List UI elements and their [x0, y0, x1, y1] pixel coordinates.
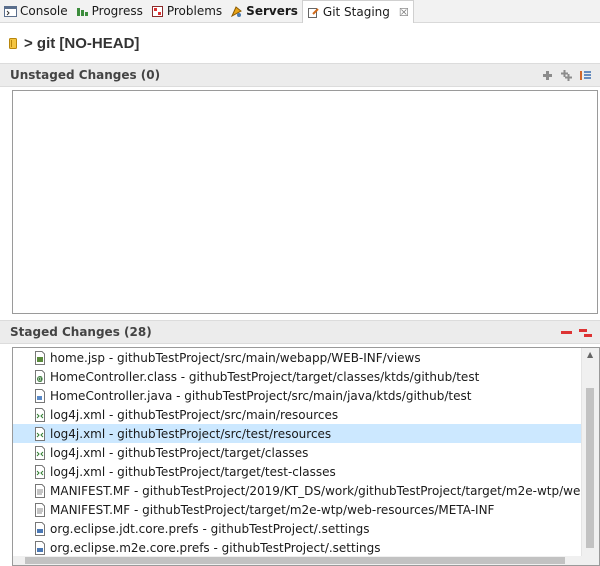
- staged-changes-header: Staged Changes (28): [0, 320, 600, 344]
- remove-from-index-icon[interactable]: [560, 326, 573, 339]
- staged-file-label: log4j.xml - githubTestProject/src/test/r…: [50, 426, 332, 441]
- staged-file-label: home.jsp - githubTestProject/src/main/we…: [50, 350, 421, 365]
- staged-changes-list[interactable]: home.jsp - githubTestProject/src/main/we…: [12, 347, 600, 566]
- tab-problems[interactable]: Problems: [147, 0, 226, 22]
- staged-file-row[interactable]: log4j.xml - githubTestProject/src/main/r…: [13, 405, 582, 424]
- jsp-file-icon: [34, 350, 46, 365]
- staged-file-label: org.eclipse.m2e.core.prefs - githubTestP…: [50, 540, 381, 555]
- staged-file-label: MANIFEST.MF - githubTestProject/2019/KT_…: [50, 483, 599, 498]
- staged-changes-title: Staged Changes (28): [10, 325, 152, 339]
- tab-git-staging[interactable]: Git Staging ☒: [301, 0, 414, 23]
- unstaged-changes-header: Unstaged Changes (0): [0, 63, 600, 87]
- scroll-up-icon[interactable]: ▲: [587, 350, 593, 359]
- xml-file-icon: [34, 407, 46, 422]
- xml-file-icon: [34, 426, 46, 441]
- staged-file-label: MANIFEST.MF - githubTestProject/target/m…: [50, 502, 495, 517]
- progress-icon: [76, 5, 89, 18]
- vertical-scrollbar[interactable]: ▲: [581, 348, 599, 565]
- staged-file-label: log4j.xml - githubTestProject/src/main/r…: [50, 407, 339, 422]
- staged-file-label: HomeController.java - githubTestProject/…: [50, 388, 472, 403]
- staged-file-row[interactable]: log4j.xml - githubTestProject/target/tes…: [13, 462, 582, 481]
- scrollbar-thumb[interactable]: [25, 557, 565, 564]
- java-file-icon: [34, 388, 46, 403]
- unstaged-changes-title: Unstaged Changes (0): [10, 68, 161, 82]
- add-to-index-icon[interactable]: [541, 69, 554, 82]
- staged-file-row[interactable]: org.eclipse.m2e.core.prefs - githubTestP…: [13, 538, 582, 557]
- console-icon: [4, 5, 17, 18]
- git-staging-icon: [307, 6, 320, 19]
- close-icon[interactable]: ☒: [399, 6, 409, 19]
- unstaged-changes-list[interactable]: [12, 90, 598, 314]
- staged-file-row[interactable]: home.jsp - githubTestProject/src/main/we…: [13, 348, 582, 367]
- staged-file-row[interactable]: log4j.xml - githubTestProject/src/test/r…: [13, 424, 582, 443]
- staged-file-label: org.eclipse.jdt.core.prefs - githubTestP…: [50, 521, 370, 536]
- view-tab-bar: Console Progress Problems Servers Git St…: [0, 0, 600, 23]
- servers-icon: [230, 5, 243, 18]
- repository-title: > git [NO-HEAD]: [24, 34, 140, 52]
- svg-text:01: 01: [38, 377, 44, 383]
- staged-file-label: log4j.xml - githubTestProject/target/cla…: [50, 445, 309, 460]
- problems-icon: [151, 5, 164, 18]
- staged-file-row[interactable]: 01 HomeController.class - githubTestProje…: [13, 367, 582, 386]
- staging-header: > git [NO-HEAD]: [0, 22, 600, 64]
- mf-file-icon: [34, 483, 46, 498]
- tab-console[interactable]: Console: [0, 0, 72, 22]
- add-all-to-index-icon[interactable]: [560, 69, 573, 82]
- staged-file-row[interactable]: log4j.xml - githubTestProject/target/cla…: [13, 443, 582, 462]
- horizontal-scrollbar[interactable]: [13, 556, 582, 565]
- staged-file-row[interactable]: HomeController.java - githubTestProject/…: [13, 386, 582, 405]
- presentation-menu-icon[interactable]: [579, 69, 592, 82]
- remove-all-from-index-icon[interactable]: [579, 326, 592, 339]
- prefs-file-icon: [34, 540, 46, 555]
- prefs-file-icon: [34, 521, 46, 536]
- tab-servers[interactable]: Servers: [226, 0, 302, 22]
- xml-file-icon: [34, 445, 46, 460]
- xml-file-icon: [34, 464, 46, 479]
- staged-file-row[interactable]: MANIFEST.MF - githubTestProject/2019/KT_…: [13, 481, 599, 500]
- tab-progress[interactable]: Progress: [72, 0, 147, 22]
- git-repository-icon: [9, 37, 18, 50]
- mf-file-icon: [34, 502, 46, 517]
- class-file-icon: 01: [34, 369, 46, 384]
- scrollbar-thumb[interactable]: [586, 388, 594, 548]
- staged-file-label: log4j.xml - githubTestProject/target/tes…: [50, 464, 336, 479]
- staged-file-row[interactable]: MANIFEST.MF - githubTestProject/target/m…: [13, 500, 582, 519]
- staged-file-label: HomeController.class - githubTestProject…: [50, 369, 480, 384]
- staged-file-row[interactable]: org.eclipse.jdt.core.prefs - githubTestP…: [13, 519, 582, 538]
